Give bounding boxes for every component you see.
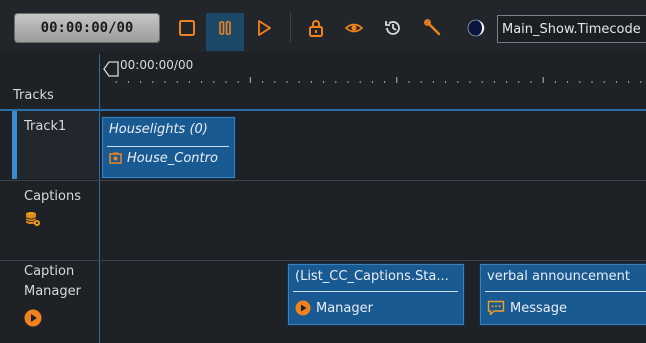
eye-icon [344, 23, 364, 33]
track-name: Caption Manager [24, 262, 81, 302]
track-name: Captions [24, 189, 81, 204]
track-row-caption-manager[interactable]: Caption Manager (List_CC_Captions.Sta...… [0, 261, 646, 343]
tracks-header: Tracks [13, 88, 54, 103]
fixture-icon [109, 152, 122, 165]
clip-subtitle: Manager [316, 300, 373, 316]
ruler-ticks [115, 77, 642, 83]
timeline-ruler[interactable]: 00:00:00/00 [100, 54, 646, 110]
clip-subtitle: House_Contro [127, 151, 218, 166]
timecode-display[interactable]: 00:00:00/00 [14, 13, 160, 43]
clip-subtitle-row: Message [487, 300, 567, 316]
history-button[interactable] [381, 16, 405, 40]
clip-verbal-announcement[interactable]: verbal announcement Message [480, 264, 646, 325]
lock-button[interactable] [304, 16, 328, 40]
settings-button[interactable] [421, 16, 445, 40]
stop-icon [179, 20, 195, 36]
play-circle-icon [24, 309, 42, 331]
wrench-icon [424, 19, 441, 36]
track-row-track1[interactable]: Track1 Houselights (0) House_Contro [0, 111, 646, 180]
timeline-window: 00:00:00/00 Main_Show.Timecode 00:00:00/… [0, 0, 646, 343]
toolbar: 00:00:00/00 Main_Show.Timecode [0, 0, 646, 52]
clip-subtitle-row: House_Contro [109, 151, 218, 166]
clip-list-cc-captions[interactable]: (List_CC_Captions.Sta... Manager [288, 264, 464, 325]
timecode-source-button[interactable] [464, 16, 488, 40]
track-name: Track1 [24, 119, 67, 134]
message-icon [487, 300, 505, 316]
timecode-source-field[interactable]: Main_Show.Timecode [497, 15, 646, 43]
clip-divider [107, 146, 229, 147]
clip-title: Houselights (0) [109, 122, 208, 137]
pause-icon [219, 21, 231, 35]
moon-icon [467, 19, 485, 37]
track-row-captions[interactable]: Captions [0, 181, 646, 260]
stop-button[interactable] [175, 16, 199, 40]
lock-icon [309, 20, 323, 37]
clip-divider [293, 291, 458, 292]
track-name-line1: Caption [24, 264, 75, 279]
play-button[interactable] [252, 16, 276, 40]
clip-divider [485, 291, 646, 292]
play-icon [258, 20, 271, 36]
clip-title: verbal announcement [487, 269, 631, 284]
clip-houselights[interactable]: Houselights (0) House_Contro [102, 117, 235, 178]
database-icon [25, 211, 41, 231]
pause-button[interactable] [213, 16, 237, 40]
play-circle-icon [295, 300, 311, 316]
history-icon [385, 21, 400, 35]
clip-subtitle: Message [510, 300, 567, 316]
clip-title: (List_CC_Captions.Sta... [295, 269, 449, 284]
visibility-button[interactable] [342, 16, 366, 40]
clip-subtitle-row: Manager [295, 300, 373, 316]
toolbar-separator [290, 12, 291, 42]
track-name-line2: Manager [24, 284, 81, 299]
